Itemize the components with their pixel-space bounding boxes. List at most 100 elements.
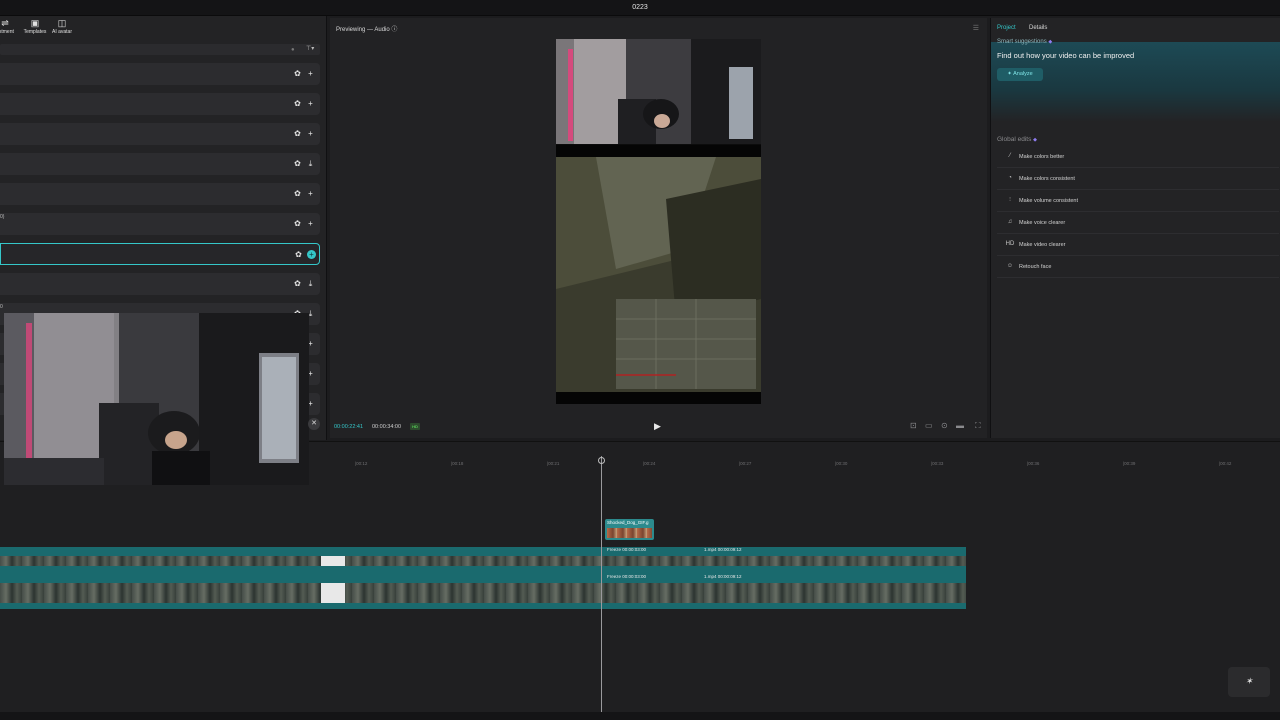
face-icon: ☺ (1006, 263, 1014, 269)
white-frame-segment (321, 583, 345, 603)
global-edit-volume-consistent[interactable]: ⫶ Make volume consistent (997, 191, 1279, 212)
asset-row-selected[interactable]: ✿ + (0, 243, 320, 265)
ai-avatar-tab[interactable]: ◫ AI avatar (45, 18, 79, 38)
ruler-tick: |00:12 (355, 461, 368, 466)
global-edit-label: Retouch face (1019, 264, 1052, 270)
add-icon[interactable]: + (306, 129, 315, 138)
global-edits-text: Global edits (997, 136, 1032, 143)
global-edit-label: Make video clearer (1019, 242, 1066, 248)
add-icon[interactable]: + (306, 219, 315, 228)
bottom-bar (0, 712, 1280, 720)
global-edit-retouch-face[interactable]: ☺ Retouch face (997, 257, 1279, 278)
gif-clip-thumbnails (607, 528, 652, 538)
asset-row[interactable]: ✿ ⤓ (0, 153, 320, 175)
video-track-main[interactable] (0, 573, 966, 609)
mp4-clip-label: 1.mp4 00:00:09:12 (704, 547, 742, 552)
player-title: Previewing — Audio ⓘ (336, 27, 398, 33)
ruler-tick: |00:42 (1219, 461, 1232, 466)
quality-badge: HD (410, 423, 420, 430)
ruler-tick: |00:18 (451, 461, 464, 466)
favorite-star-icon[interactable]: ✿ (293, 69, 302, 78)
magic-wand-icon: ⁄ (1009, 153, 1011, 159)
smart-suggestions-text: Smart suggestions (997, 39, 1047, 45)
global-edit-video-clearer[interactable]: HD Make video clearer (997, 235, 1279, 256)
video-canvas[interactable] (556, 39, 761, 404)
favorite-star-icon[interactable]: ✿ (293, 189, 302, 198)
freeze-clip-label: Freeze 00:00:03:00 (607, 547, 647, 552)
download-icon[interactable]: ⤓ (306, 159, 315, 168)
freeze-clip-label: Freeze 00:00:03:00 (607, 574, 647, 579)
current-time: 00:00:22:41 (334, 424, 364, 430)
track-thumbnails (0, 583, 966, 603)
playhead-handle[interactable] (598, 457, 605, 464)
screenshot-icon[interactable]: ⊙ (941, 421, 948, 430)
premium-gem-icon: ◆ (1033, 137, 1037, 143)
track-thumbnails (0, 556, 966, 566)
favorite-star-icon[interactable]: ✿ (294, 250, 303, 259)
ai-avatar-tab-label: AI avatar (51, 29, 72, 35)
global-edit-label: Make colors consistent (1019, 176, 1075, 182)
asset-row[interactable]: ✿ + (0, 123, 320, 145)
palette-icon: ◔ (1008, 175, 1012, 181)
ratio-icon[interactable]: ▭ (925, 421, 933, 430)
tab-project[interactable]: Project (997, 25, 1016, 31)
ruler-tick: |00:24 (643, 461, 656, 466)
play-icon[interactable]: ▶ (654, 421, 661, 432)
favorite-star-icon[interactable]: ✿ (293, 129, 302, 138)
video-track-1[interactable] (0, 547, 966, 573)
asset-name: 0) (0, 214, 5, 220)
inspector-panel: Project Details Smart suggestions ◆ Find… (990, 18, 1280, 438)
channel-logo-watermark: ✶ (1228, 667, 1270, 697)
mp4-clip-label: 1.mp4 00:00:09:12 (704, 574, 742, 579)
window-title: 0223 (632, 4, 648, 11)
asset-row[interactable]: ✿ + (0, 93, 320, 115)
ruler-tick: |00:39 (1123, 461, 1136, 466)
favorite-star-icon[interactable]: ✿ (293, 159, 302, 168)
asset-row[interactable]: ✿ + (0, 183, 320, 205)
white-frame-segment (321, 556, 345, 566)
analyze-button[interactable]: ✦ Analyze (997, 68, 1043, 81)
add-icon[interactable]: + (306, 189, 315, 198)
download-icon[interactable]: ⤓ (306, 279, 315, 288)
global-edit-colors-better[interactable]: ⁄ Make colors better (997, 147, 1279, 168)
gif-clip-label: Shocked_Dog_GIF.g (607, 520, 649, 525)
close-preview-icon[interactable]: ✕ (308, 418, 320, 430)
suggestions-heading: Find out how your video can be improved (997, 51, 1135, 60)
global-edit-voice-clearer[interactable]: ♫ Make voice clearer (997, 213, 1279, 234)
filter-icon[interactable]: ⊤▾ (306, 45, 314, 52)
gif-clip[interactable]: Shocked_Dog_GIF.g (605, 519, 654, 540)
favorite-star-icon[interactable]: ✿ (293, 99, 302, 108)
hover-preview-thumbnail (4, 313, 309, 485)
ruler-tick: |00:36 (1027, 461, 1040, 466)
add-icon[interactable]: + (306, 69, 315, 78)
analyze-label: Analyze (1013, 71, 1033, 77)
global-edit-label: Make colors better (1019, 154, 1065, 160)
media-toolbar: ⇌ ustment ▣ Templates ◫ AI avatar (0, 18, 327, 38)
asset-row[interactable]: ✿ ⤓ (0, 273, 320, 295)
premium-gem-icon: ◆ (1048, 39, 1053, 45)
add-icon[interactable]: + (307, 250, 316, 259)
global-edit-colors-consistent[interactable]: ◔ Make colors consistent (997, 169, 1279, 190)
ruler-tick: |00:30 (835, 461, 848, 466)
asset-row[interactable]: ✿ + (0, 63, 320, 85)
voice-icon: ♫ (1007, 219, 1013, 225)
volume-sliders-icon: ⫶ (1009, 197, 1011, 203)
ruler-tick: |00:21 (547, 461, 560, 466)
search-indicator-icon: ● (291, 47, 295, 53)
ruler-tick: |00:33 (931, 461, 944, 466)
tab-details[interactable]: Details (1029, 25, 1047, 31)
fullscreen-icon[interactable]: ⛶ (975, 421, 981, 431)
global-edits-label: Global edits ◆ (997, 136, 1037, 143)
add-icon[interactable]: + (306, 99, 315, 108)
caption-icon[interactable]: ▬ (956, 421, 964, 430)
asset-row[interactable]: 0) ✿ + (0, 213, 320, 235)
aspect-ratio-icon[interactable]: ⊡ (910, 421, 917, 430)
menu-icon[interactable]: ☰ (973, 24, 979, 32)
search-bar[interactable]: ● ⊤▾ (0, 44, 320, 55)
hd-icon: HD (1005, 241, 1015, 247)
smart-suggestions-label: Smart suggestions ◆ (997, 39, 1052, 45)
favorite-star-icon[interactable]: ✿ (293, 279, 302, 288)
favorite-star-icon[interactable]: ✿ (293, 219, 302, 228)
playhead[interactable] (601, 456, 602, 714)
webcam-room-image (4, 313, 309, 485)
